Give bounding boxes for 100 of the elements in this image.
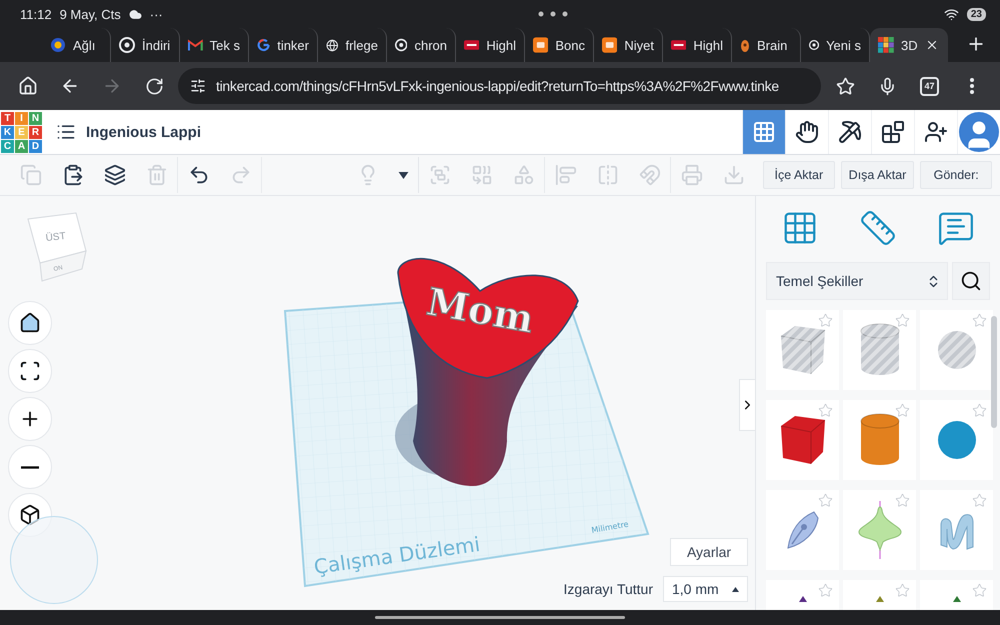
shape-tile[interactable] xyxy=(766,310,839,390)
favorite-star-icon[interactable] xyxy=(895,493,910,508)
paste-icon xyxy=(62,164,84,186)
tab-title: Yeni s xyxy=(826,38,861,52)
favorite-star-icon[interactable] xyxy=(895,583,910,598)
duplicate-icon xyxy=(104,164,126,186)
magnet-icon xyxy=(638,164,660,186)
shape-category-select[interactable]: Temel Şekiller xyxy=(766,262,948,300)
avatar-button[interactable] xyxy=(957,110,1000,154)
browser-icon xyxy=(809,37,820,53)
browser-tab[interactable]: 3D xyxy=(870,28,948,62)
drop-icon xyxy=(723,164,745,186)
google-icon xyxy=(257,37,270,53)
favorite-star-icon[interactable] xyxy=(818,313,833,328)
caret-icon xyxy=(398,172,409,178)
favorite-star-icon[interactable] xyxy=(972,403,987,418)
pickaxe-icon xyxy=(838,120,862,144)
tinkercad-icon xyxy=(878,37,894,53)
site-icon xyxy=(50,37,66,53)
star-icon xyxy=(836,76,854,96)
favorite-star-icon[interactable] xyxy=(818,403,833,418)
status-date: 9 May, Cts xyxy=(60,6,121,22)
fit-view-button[interactable] xyxy=(8,349,52,393)
caret-icon xyxy=(732,586,739,592)
browser-icon xyxy=(395,37,408,53)
copy-icon xyxy=(20,164,42,186)
favorite-star-icon[interactable] xyxy=(972,313,987,328)
tinkercad-logo[interactable]: T I N K E R C A D xyxy=(1,112,42,152)
zoom-out-icon xyxy=(21,466,39,468)
shape-tile[interactable] xyxy=(766,490,839,570)
favorite-star-icon[interactable] xyxy=(818,583,833,598)
delete-icon xyxy=(146,164,168,186)
shape-tile[interactable] xyxy=(843,400,916,480)
favorite-star-icon[interactable] xyxy=(818,493,833,508)
favorite-star-icon[interactable] xyxy=(895,403,910,418)
zoom-in-button[interactable] xyxy=(8,397,52,441)
wifi-icon xyxy=(944,6,959,22)
tab-count-button[interactable]: 47 xyxy=(920,76,939,96)
design-title: Ingenious Lappi xyxy=(86,124,201,140)
brick-icon xyxy=(881,120,905,144)
search-icon xyxy=(960,270,982,292)
address-field[interactable]: tinkercad.com/things/cFHrn5vLFxk-ingenious-lappi/edit?returnTo=https%3A%2F%2Fwww.tinke xyxy=(178,68,821,104)
group-icon xyxy=(429,164,451,186)
shape-tile[interactable] xyxy=(920,400,993,480)
align-icon xyxy=(555,164,577,186)
reload-icon xyxy=(144,76,164,96)
cube-icon xyxy=(19,504,41,526)
site-icon xyxy=(740,37,750,53)
tab-title: İndiri xyxy=(142,38,170,52)
workplane-label: Çalışma Düzlemi xyxy=(312,532,482,579)
browser-icon xyxy=(119,37,135,53)
favorite-star-icon[interactable] xyxy=(972,493,987,508)
cloud-icon xyxy=(128,8,142,20)
snap-grid-select[interactable]: 1,0 mm xyxy=(663,576,748,602)
tab-title: Brain xyxy=(757,38,788,52)
tab-title: Highl xyxy=(693,38,723,52)
favorite-star-icon[interactable] xyxy=(895,313,910,328)
window-menu-icon[interactable] xyxy=(538,11,568,17)
ungroup-icon xyxy=(471,164,493,186)
hand-icon xyxy=(795,120,819,144)
toolbar-button[interactable]: Gönder: xyxy=(920,161,992,189)
settings-button[interactable]: Ayarlar xyxy=(670,538,748,566)
tab-title: Highl xyxy=(486,38,516,52)
clock-time: 11:12 xyxy=(20,6,52,22)
printer-icon xyxy=(681,164,703,186)
favorite-star-icon[interactable] xyxy=(972,583,987,598)
ruler-icon xyxy=(859,209,897,247)
tab-title: Ağlı xyxy=(73,38,96,52)
site-icon xyxy=(602,37,618,53)
site-icon xyxy=(464,40,480,50)
home-icon xyxy=(18,76,38,96)
tab-title: frlege xyxy=(345,38,378,52)
url-text: tinkercad.com/things/cFHrn5vLFxk-ingenious-lappi/edit?returnTo=https%3A%2F%2Fwww.tinke xyxy=(216,78,779,94)
tab-title: Niyet xyxy=(624,38,654,52)
shape-tile[interactable] xyxy=(843,490,916,570)
mirror-icon xyxy=(597,164,619,186)
panel-toggle-button[interactable] xyxy=(739,379,755,431)
globe-icon xyxy=(326,38,338,52)
tab-title: 3D xyxy=(901,38,918,52)
toolbar-button[interactable]: Dışa Aktar xyxy=(840,161,914,189)
add-user-icon xyxy=(924,120,948,144)
tab-title: chron xyxy=(414,38,447,52)
search-button[interactable] xyxy=(952,262,990,300)
more-options-icon xyxy=(970,78,974,94)
home-button[interactable] xyxy=(8,301,52,345)
shape-tile[interactable] xyxy=(766,400,839,480)
shape-tile[interactable] xyxy=(920,490,993,570)
tab-title: tinker xyxy=(277,38,309,52)
more-notifications: ··· xyxy=(150,6,163,22)
shape-tile[interactable] xyxy=(843,310,916,390)
site-settings-icon[interactable] xyxy=(190,78,206,94)
model-text: Mom xyxy=(423,278,538,342)
shape-tile[interactable] xyxy=(920,310,993,390)
home-icon xyxy=(19,312,41,334)
mail-icon xyxy=(188,38,203,52)
fit-view-icon xyxy=(19,360,41,382)
site-icon xyxy=(533,37,548,53)
scrollbar[interactable] xyxy=(991,316,997,428)
toolbar-button[interactable]: İçe Aktar xyxy=(763,161,835,189)
unit-label: Milimetre xyxy=(590,520,630,535)
